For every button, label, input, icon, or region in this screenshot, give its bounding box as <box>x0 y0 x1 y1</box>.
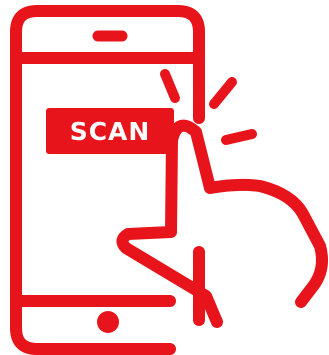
scan-ray-2 <box>209 77 237 109</box>
hand-pointer <box>116 119 328 328</box>
home-button <box>97 311 119 333</box>
scan-phone-icon <box>10 5 328 355</box>
scan-phone-illustration: SCAN <box>0 0 329 355</box>
scan-ray-1 <box>160 69 180 103</box>
scan-ray-3 <box>221 129 257 145</box>
scan-badge-text: SCAN <box>69 116 151 146</box>
